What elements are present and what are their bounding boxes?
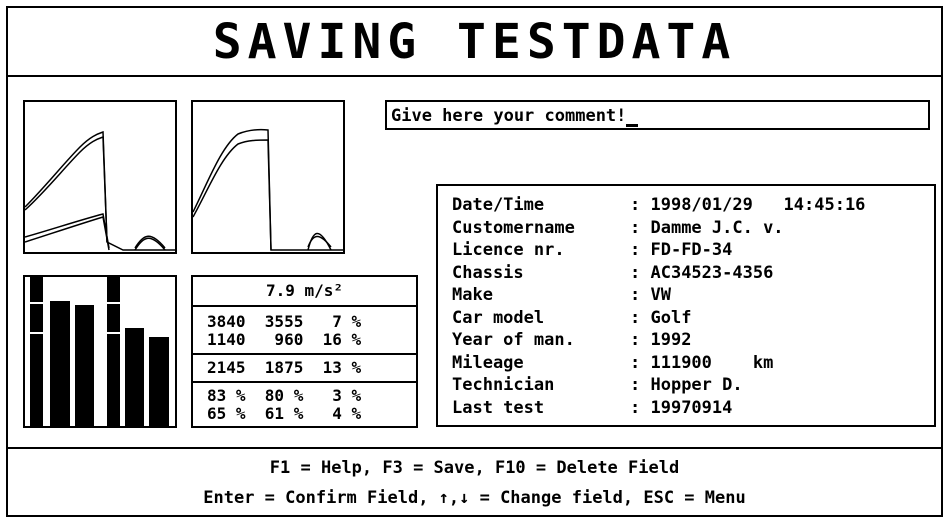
info-value: Hopper D.: [650, 375, 743, 395]
info-row: Licence nr.: FD-FD-34: [452, 240, 733, 260]
brake-graph-right: [191, 100, 345, 254]
bar-marker: [107, 302, 120, 304]
bar-marker: [30, 332, 43, 334]
bar: [149, 337, 169, 426]
info-value: Damme J.C. v.: [650, 217, 784, 238]
table-divider: [193, 381, 416, 383]
info-row: Date/Time: 1998/01/29 14:45:16: [452, 195, 866, 215]
info-label: Customername: [452, 217, 575, 238]
info-value: FD-FD-34: [650, 240, 733, 260]
bar: [107, 277, 120, 426]
info-row: Customername: Damme J.C. v.: [452, 217, 784, 238]
info-value: 1998/01/29 14:45:16: [650, 195, 866, 215]
comment-field[interactable]: Give here your comment!: [385, 100, 930, 130]
info-label: Year of man.: [452, 330, 575, 350]
info-label: Licence nr.: [452, 240, 565, 260]
info-value: 111900 km: [650, 352, 774, 373]
info-row: Last test: 19970914: [452, 397, 733, 418]
measurement-row: 83 % 80 % 3 %: [207, 386, 362, 405]
measurement-row: 1140 960 16 %: [207, 330, 362, 349]
info-label: Make: [452, 285, 493, 305]
info-value: Golf: [650, 307, 692, 328]
info-value: 19970914: [650, 397, 733, 418]
measurement-table: 7.9 m/s² 3840 3555 7 % 1140 960 16 % 214…: [191, 275, 418, 428]
bar: [125, 328, 144, 426]
info-label: Chassis: [452, 262, 524, 283]
info-row: Car model: Golf: [452, 307, 692, 328]
header-divider: [6, 75, 943, 77]
measurement-row: 3840 3555 7 %: [207, 312, 362, 331]
info-label: Last test: [452, 397, 545, 418]
table-divider: [193, 353, 416, 355]
comment-text: Give here your comment!: [391, 106, 627, 126]
bar-graph: [23, 275, 177, 428]
vehicle-info-panel: Date/Time: 1998/01/29 14:45:16 Customerna…: [436, 184, 936, 427]
info-row: Mileage: 111900 km: [452, 352, 774, 373]
footer-keys-line1: F1 = Help, F3 = Save, F10 = Delete Field: [269, 458, 680, 478]
bar-marker: [107, 332, 120, 334]
graph-left-curves: [24, 130, 175, 251]
info-label: Technician: [452, 375, 555, 395]
bar: [75, 305, 94, 426]
bar-marker: [30, 302, 43, 304]
footer-divider: [6, 447, 943, 449]
bar: [50, 301, 70, 426]
info-value: AC34523-4356: [650, 262, 774, 283]
page-title: SAVING TESTDATA: [212, 14, 737, 70]
info-row: Make: VW: [452, 285, 671, 305]
text-cursor: [626, 102, 639, 127]
acceleration-value: 7.9 m/s²: [265, 281, 344, 300]
info-label: Date/Time: [452, 195, 545, 215]
brake-graph-left: [23, 100, 177, 254]
measurement-row: 65 % 61 % 4 %: [207, 404, 362, 423]
footer-keys-line2: Enter = Confirm Field, ↑,↓ = Change fiel…: [203, 488, 746, 508]
graph-right-curves: [192, 128, 343, 251]
info-row: Technician: Hopper D.: [452, 375, 743, 395]
info-label: Mileage: [452, 352, 524, 373]
table-divider: [193, 305, 416, 307]
info-value: VW: [650, 285, 671, 305]
info-row: Year of man.: 1992: [452, 330, 692, 350]
bar: [30, 277, 43, 426]
info-label: Car model: [452, 307, 545, 328]
info-row: Chassis: AC34523-4356: [452, 262, 774, 283]
info-value: 1992: [650, 330, 692, 350]
measurement-row: 2145 1875 13 %: [207, 358, 362, 377]
